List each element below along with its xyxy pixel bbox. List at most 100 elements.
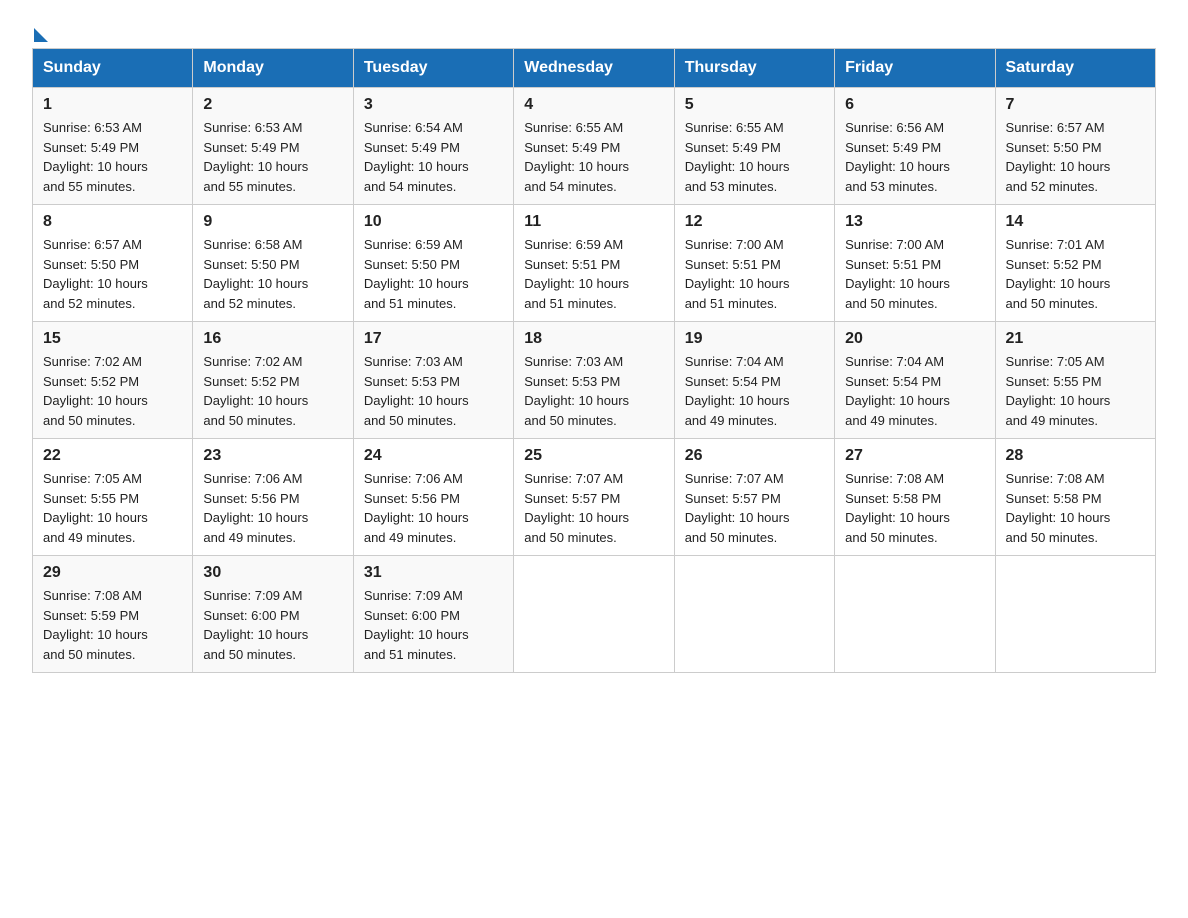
calendar-cell: 29 Sunrise: 7:08 AMSunset: 5:59 PMDaylig… [33,556,193,673]
day-info: Sunrise: 7:09 AMSunset: 6:00 PMDaylight:… [364,588,469,662]
day-info: Sunrise: 6:53 AMSunset: 5:49 PMDaylight:… [43,120,148,194]
calendar-cell: 10 Sunrise: 6:59 AMSunset: 5:50 PMDaylig… [353,205,513,322]
day-info: Sunrise: 7:07 AMSunset: 5:57 PMDaylight:… [524,471,629,545]
day-info: Sunrise: 7:07 AMSunset: 5:57 PMDaylight:… [685,471,790,545]
day-info: Sunrise: 6:55 AMSunset: 5:49 PMDaylight:… [685,120,790,194]
calendar-cell: 20 Sunrise: 7:04 AMSunset: 5:54 PMDaylig… [835,322,995,439]
calendar-cell: 3 Sunrise: 6:54 AMSunset: 5:49 PMDayligh… [353,88,513,205]
day-number: 16 [203,330,342,348]
day-number: 8 [43,213,182,231]
day-info: Sunrise: 6:59 AMSunset: 5:51 PMDaylight:… [524,237,629,311]
calendar-cell: 19 Sunrise: 7:04 AMSunset: 5:54 PMDaylig… [674,322,834,439]
day-number: 25 [524,447,663,465]
calendar-week-row: 22 Sunrise: 7:05 AMSunset: 5:55 PMDaylig… [33,439,1156,556]
day-info: Sunrise: 7:05 AMSunset: 5:55 PMDaylight:… [1006,354,1111,428]
calendar-cell: 22 Sunrise: 7:05 AMSunset: 5:55 PMDaylig… [33,439,193,556]
day-info: Sunrise: 7:08 AMSunset: 5:58 PMDaylight:… [1006,471,1111,545]
column-header-friday: Friday [835,49,995,88]
day-info: Sunrise: 6:56 AMSunset: 5:49 PMDaylight:… [845,120,950,194]
day-info: Sunrise: 6:57 AMSunset: 5:50 PMDaylight:… [43,237,148,311]
logo [32,28,48,38]
calendar-cell: 6 Sunrise: 6:56 AMSunset: 5:49 PMDayligh… [835,88,995,205]
day-info: Sunrise: 7:06 AMSunset: 5:56 PMDaylight:… [364,471,469,545]
calendar-cell [835,556,995,673]
day-number: 28 [1006,447,1145,465]
calendar-week-row: 1 Sunrise: 6:53 AMSunset: 5:49 PMDayligh… [33,88,1156,205]
calendar-cell: 28 Sunrise: 7:08 AMSunset: 5:58 PMDaylig… [995,439,1155,556]
day-number: 10 [364,213,503,231]
calendar-cell: 4 Sunrise: 6:55 AMSunset: 5:49 PMDayligh… [514,88,674,205]
calendar-cell: 5 Sunrise: 6:55 AMSunset: 5:49 PMDayligh… [674,88,834,205]
calendar-cell: 16 Sunrise: 7:02 AMSunset: 5:52 PMDaylig… [193,322,353,439]
day-info: Sunrise: 7:02 AMSunset: 5:52 PMDaylight:… [43,354,148,428]
day-info: Sunrise: 6:59 AMSunset: 5:50 PMDaylight:… [364,237,469,311]
calendar-week-row: 29 Sunrise: 7:08 AMSunset: 5:59 PMDaylig… [33,556,1156,673]
calendar-cell: 2 Sunrise: 6:53 AMSunset: 5:49 PMDayligh… [193,88,353,205]
calendar-cell: 9 Sunrise: 6:58 AMSunset: 5:50 PMDayligh… [193,205,353,322]
calendar-cell: 7 Sunrise: 6:57 AMSunset: 5:50 PMDayligh… [995,88,1155,205]
column-header-thursday: Thursday [674,49,834,88]
calendar-cell: 25 Sunrise: 7:07 AMSunset: 5:57 PMDaylig… [514,439,674,556]
column-header-tuesday: Tuesday [353,49,513,88]
calendar-cell: 18 Sunrise: 7:03 AMSunset: 5:53 PMDaylig… [514,322,674,439]
day-info: Sunrise: 7:09 AMSunset: 6:00 PMDaylight:… [203,588,308,662]
day-number: 3 [364,96,503,114]
day-info: Sunrise: 7:08 AMSunset: 5:58 PMDaylight:… [845,471,950,545]
day-number: 2 [203,96,342,114]
day-number: 29 [43,564,182,582]
day-number: 27 [845,447,984,465]
column-header-saturday: Saturday [995,49,1155,88]
column-header-wednesday: Wednesday [514,49,674,88]
day-number: 31 [364,564,503,582]
calendar-cell: 1 Sunrise: 6:53 AMSunset: 5:49 PMDayligh… [33,88,193,205]
day-number: 7 [1006,96,1145,114]
calendar-cell: 24 Sunrise: 7:06 AMSunset: 5:56 PMDaylig… [353,439,513,556]
page-header [32,24,1156,38]
day-number: 9 [203,213,342,231]
day-number: 20 [845,330,984,348]
column-header-sunday: Sunday [33,49,193,88]
day-info: Sunrise: 7:01 AMSunset: 5:52 PMDaylight:… [1006,237,1111,311]
day-number: 4 [524,96,663,114]
column-header-monday: Monday [193,49,353,88]
day-number: 21 [1006,330,1145,348]
calendar-cell: 23 Sunrise: 7:06 AMSunset: 5:56 PMDaylig… [193,439,353,556]
calendar-cell: 8 Sunrise: 6:57 AMSunset: 5:50 PMDayligh… [33,205,193,322]
day-info: Sunrise: 7:04 AMSunset: 5:54 PMDaylight:… [845,354,950,428]
day-info: Sunrise: 6:57 AMSunset: 5:50 PMDaylight:… [1006,120,1111,194]
day-info: Sunrise: 7:04 AMSunset: 5:54 PMDaylight:… [685,354,790,428]
day-number: 17 [364,330,503,348]
day-number: 1 [43,96,182,114]
day-info: Sunrise: 7:05 AMSunset: 5:55 PMDaylight:… [43,471,148,545]
day-info: Sunrise: 7:00 AMSunset: 5:51 PMDaylight:… [845,237,950,311]
calendar-cell: 17 Sunrise: 7:03 AMSunset: 5:53 PMDaylig… [353,322,513,439]
calendar-week-row: 8 Sunrise: 6:57 AMSunset: 5:50 PMDayligh… [33,205,1156,322]
calendar-cell [514,556,674,673]
day-info: Sunrise: 6:54 AMSunset: 5:49 PMDaylight:… [364,120,469,194]
calendar-header-row: SundayMondayTuesdayWednesdayThursdayFrid… [33,49,1156,88]
day-number: 14 [1006,213,1145,231]
day-info: Sunrise: 7:03 AMSunset: 5:53 PMDaylight:… [364,354,469,428]
calendar-cell: 26 Sunrise: 7:07 AMSunset: 5:57 PMDaylig… [674,439,834,556]
day-info: Sunrise: 7:03 AMSunset: 5:53 PMDaylight:… [524,354,629,428]
calendar-cell [995,556,1155,673]
day-info: Sunrise: 7:06 AMSunset: 5:56 PMDaylight:… [203,471,308,545]
calendar-cell: 31 Sunrise: 7:09 AMSunset: 6:00 PMDaylig… [353,556,513,673]
day-info: Sunrise: 7:02 AMSunset: 5:52 PMDaylight:… [203,354,308,428]
day-number: 18 [524,330,663,348]
day-number: 22 [43,447,182,465]
day-number: 12 [685,213,824,231]
calendar-cell: 12 Sunrise: 7:00 AMSunset: 5:51 PMDaylig… [674,205,834,322]
logo-arrow-icon [34,28,48,42]
calendar-table: SundayMondayTuesdayWednesdayThursdayFrid… [32,48,1156,673]
day-number: 11 [524,213,663,231]
day-number: 13 [845,213,984,231]
calendar-week-row: 15 Sunrise: 7:02 AMSunset: 5:52 PMDaylig… [33,322,1156,439]
day-number: 19 [685,330,824,348]
day-number: 26 [685,447,824,465]
calendar-cell: 14 Sunrise: 7:01 AMSunset: 5:52 PMDaylig… [995,205,1155,322]
calendar-cell: 30 Sunrise: 7:09 AMSunset: 6:00 PMDaylig… [193,556,353,673]
day-number: 30 [203,564,342,582]
day-number: 15 [43,330,182,348]
day-info: Sunrise: 7:00 AMSunset: 5:51 PMDaylight:… [685,237,790,311]
